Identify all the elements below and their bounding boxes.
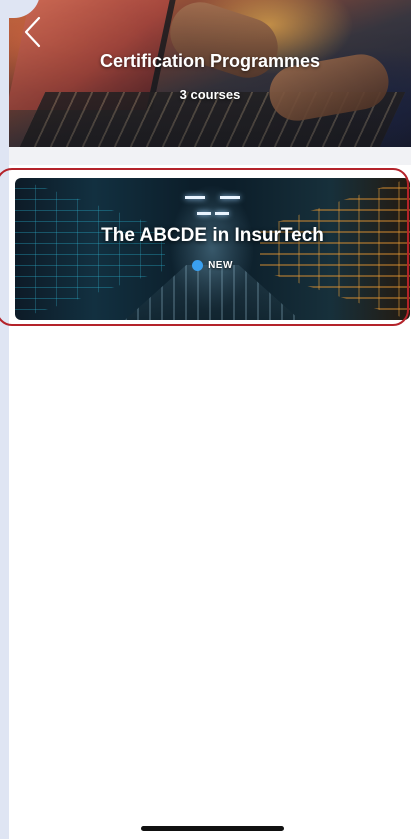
chevron-left-icon bbox=[24, 16, 41, 48]
section-divider bbox=[9, 147, 411, 165]
page-title: Certification Programmes bbox=[99, 51, 321, 71]
header-banner: Certification Programmes 3 courses bbox=[9, 0, 411, 147]
home-indicator[interactable] bbox=[141, 826, 284, 831]
course-count: 3 courses bbox=[179, 87, 241, 102]
side-panel-strip bbox=[0, 0, 9, 839]
banner-overlay bbox=[9, 0, 411, 147]
highlight-outline bbox=[0, 168, 409, 326]
app-screen: Certification Programmes 3 courses The A… bbox=[9, 0, 411, 839]
back-button[interactable] bbox=[17, 14, 47, 50]
